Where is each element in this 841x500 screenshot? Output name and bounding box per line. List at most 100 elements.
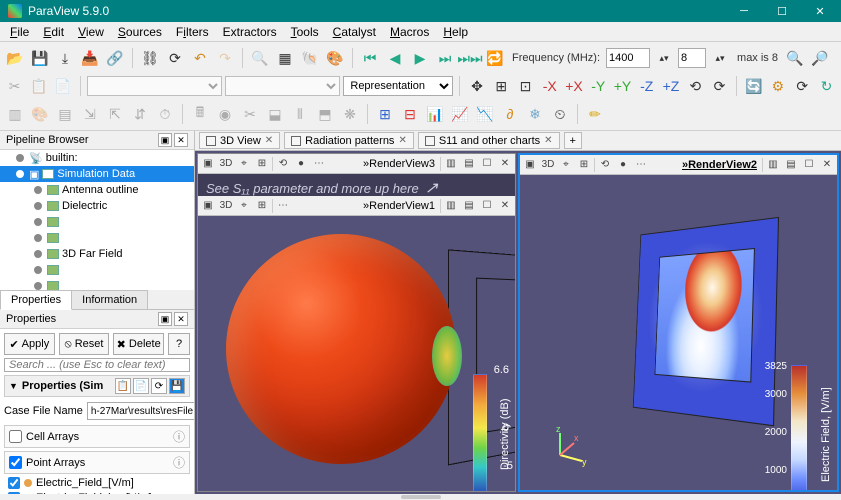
connect-icon[interactable]: 🔗	[104, 47, 126, 69]
tree-node-empty2[interactable]	[0, 230, 194, 246]
loop-icon[interactable]: 🔁	[484, 47, 506, 69]
close-button[interactable]: ✕	[801, 0, 839, 22]
plot-line-icon[interactable]: 📈	[449, 103, 471, 125]
open-icon[interactable]: 📂	[4, 47, 26, 69]
colorbar-right[interactable]	[791, 365, 807, 490]
tree-node-simulation-data[interactable]: ▣Simulation Data	[0, 166, 194, 182]
view-tab-radiation[interactable]: Radiation patterns✕	[284, 132, 414, 149]
array-row[interactable]: Electric_Field_[V/m]	[4, 477, 190, 489]
max-view-icon[interactable]: ☐	[801, 157, 817, 173]
set-x-neg-icon[interactable]: -X	[539, 75, 560, 97]
tree-node-empty4[interactable]	[0, 278, 194, 290]
highlighter-icon[interactable]: ✏	[584, 103, 606, 125]
close-props-icon[interactable]: ✕	[174, 312, 188, 326]
adjust-camera-icon[interactable]: ⚙	[767, 75, 788, 97]
reset-camera-icon[interactable]: ✥	[466, 75, 487, 97]
max-view-icon[interactable]: ☐	[479, 156, 495, 172]
rescale-temporal-icon[interactable]: ⏱	[154, 103, 176, 125]
menu-tools[interactable]: Tools	[285, 23, 325, 41]
point-gauss-icon[interactable]: ❄	[524, 103, 546, 125]
menu-help[interactable]: Help	[437, 23, 474, 41]
close-panel-icon[interactable]: ✕	[174, 133, 188, 147]
menu-file[interactable]: File	[4, 23, 35, 41]
step-input[interactable]	[678, 48, 706, 68]
vp-3d-icon[interactable]: 3D	[218, 156, 234, 172]
split-v-icon[interactable]: ▤	[461, 198, 477, 214]
tree-node-dielectric[interactable]: Dielectric	[0, 198, 194, 214]
contour-icon[interactable]: ◉	[214, 103, 236, 125]
extract-icon[interactable]: ⬒	[314, 103, 336, 125]
vp-box-icon[interactable]: ▣	[200, 198, 216, 214]
vp-r-icon[interactable]: ⟲	[597, 157, 613, 173]
vp-box-icon[interactable]: ▣	[522, 157, 538, 173]
minimize-button[interactable]: ─	[725, 0, 763, 22]
menu-extractors[interactable]: Extractors	[217, 23, 283, 41]
vp-pt-icon[interactable]: ●	[615, 157, 631, 173]
colorbar-left[interactable]	[473, 374, 487, 491]
temporal-icon[interactable]: ⏲	[549, 103, 571, 125]
vp-sel-icon[interactable]: ⊞	[254, 198, 270, 214]
compute-deriv-icon[interactable]: ∂	[499, 103, 521, 125]
point-arrays-header[interactable]: Point Arraysⓘ	[4, 451, 190, 474]
save-extract-icon[interactable]: 📥	[79, 47, 101, 69]
freq-input[interactable]	[606, 48, 650, 68]
vp-box-icon[interactable]: ▣	[200, 156, 216, 172]
vp-3d-icon[interactable]: 3D	[218, 198, 234, 214]
find-icon[interactable]: 🔍	[249, 47, 271, 69]
record-icon[interactable]: 🎨	[324, 47, 346, 69]
reset-button[interactable]: ⦸ Reset	[59, 333, 110, 355]
rotate-90-icon[interactable]: ⟲	[685, 75, 706, 97]
rescale-visible-icon[interactable]: ⇵	[129, 103, 151, 125]
menu-sources[interactable]: Sources	[112, 23, 168, 41]
select-cells-icon[interactable]: ⊟	[399, 103, 421, 125]
rescale-custom-icon[interactable]: ⇱	[104, 103, 126, 125]
component-select[interactable]	[225, 76, 341, 96]
delete-button[interactable]: ✖ Delete	[113, 333, 164, 355]
vp-more-icon[interactable]: ⋯	[633, 157, 649, 173]
split-v-icon[interactable]: ▤	[461, 156, 477, 172]
tree-node-antenna[interactable]: Antenna outline	[0, 182, 194, 198]
vp-3d-icon[interactable]: 3D	[540, 157, 556, 173]
tab-information[interactable]: Information	[71, 290, 148, 309]
rescale-range-icon[interactable]: ⇲	[79, 103, 101, 125]
python-shell-icon[interactable]: 🐚	[299, 47, 321, 69]
set-y-pos-icon[interactable]: +Y	[612, 75, 633, 97]
next-frame-icon[interactable]: ⏭	[434, 47, 456, 69]
viewport-canvas-left[interactable]: See S₁₁ parameter and more up here↗ ▣3D⌖…	[198, 174, 515, 491]
vp-pick-icon[interactable]: ⌖	[558, 157, 574, 173]
zoom-extent-icon[interactable]: 🔎	[809, 47, 831, 69]
camera-sync-icon[interactable]: 🔄	[743, 75, 764, 97]
set-y-neg-icon[interactable]: -Y	[588, 75, 609, 97]
close-view-icon[interactable]: ✕	[819, 157, 835, 173]
disconnect-icon[interactable]: ⛓	[139, 47, 161, 69]
set-x-pos-icon[interactable]: +X	[563, 75, 584, 97]
split-h-icon[interactable]: ▥	[765, 157, 781, 173]
cut-icon[interactable]: ✂	[4, 75, 25, 97]
menu-view[interactable]: View	[72, 23, 110, 41]
vp-pt-icon[interactable]: ●	[293, 156, 309, 172]
plot-data-icon[interactable]: 📊	[424, 103, 446, 125]
viewport-canvas-right[interactable]: 3825 3000 2000 1000 2 Electric Field, [V…	[520, 175, 837, 490]
save-data-icon[interactable]: 💾	[29, 47, 51, 69]
threshold-icon[interactable]: ⫴	[289, 103, 311, 125]
zoom-to-data-icon[interactable]: ⊞	[491, 75, 512, 97]
menu-filters[interactable]: Filters	[170, 23, 215, 41]
vp-r-icon[interactable]: ⟲	[275, 156, 291, 172]
undo-icon[interactable]: ↶	[189, 47, 211, 69]
redo-icon[interactable]: ↷	[214, 47, 236, 69]
props-search-input[interactable]	[4, 358, 190, 372]
vp-pick-icon[interactable]: ⌖	[236, 156, 252, 172]
dock-icon[interactable]: ▣	[158, 133, 172, 147]
resize-grip[interactable]	[0, 494, 841, 500]
zoom-icon[interactable]: 🔍	[784, 47, 806, 69]
split-h-icon[interactable]: ▥	[443, 156, 459, 172]
menu-catalyst[interactable]: Catalyst	[327, 23, 382, 41]
vp-sel-icon[interactable]: ⊞	[576, 157, 592, 173]
maximize-button[interactable]: ☐	[763, 0, 801, 22]
reload-view-icon[interactable]: ↻	[816, 75, 837, 97]
vp-more-icon[interactable]: ⋯	[311, 156, 327, 172]
tree-node-empty3[interactable]	[0, 262, 194, 278]
split-v-icon[interactable]: ▤	[783, 157, 799, 173]
apply-button[interactable]: ✔ Apply	[4, 333, 55, 355]
set-z-neg-icon[interactable]: -Z	[636, 75, 657, 97]
